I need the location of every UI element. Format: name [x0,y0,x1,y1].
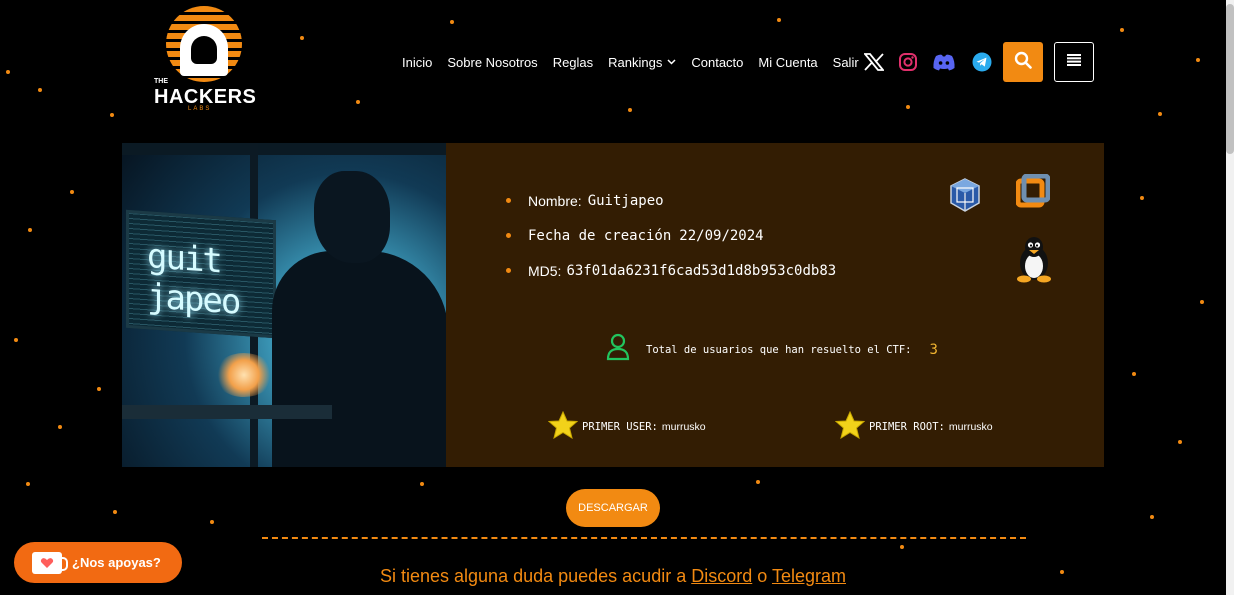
first-user-label: PRIMER USER: [582,420,658,433]
ctf-md5-value: 63f01da6231f6cad53d1d8b953c0db83 [566,262,837,279]
logo-the-text: THE [154,78,168,85]
nav-link-inicio[interactable]: Inicio [402,55,432,70]
image-caption: guit japeo [147,236,240,323]
virtualbox-icon [948,177,982,218]
linux-tux-icon [1014,235,1054,288]
ctf-date-value: 22/09/2024 [679,227,764,244]
chevron-down-icon [667,57,676,68]
star-icon [547,410,579,442]
first-root-value: murrusko [948,420,993,433]
help-prefix: Si tienes alguna duda puedes acudir a [379,566,687,586]
ctf-machine-image: guit japeo [122,143,446,467]
download-button[interactable]: DESCARGAR [566,489,660,527]
ctf-details-list: Nombre: Guitjapeo Fecha de creación 22/0… [506,183,836,288]
user-icon [606,333,630,366]
site-logo[interactable]: THE HACKERS LABS [150,6,258,112]
ctf-date-row: Fecha de creación 22/09/2024 [506,218,836,253]
hamburger-icon [1067,53,1081,71]
solved-counter-value: 3 [929,341,938,358]
nav-link-rankings-label: Rankings [608,54,663,70]
page-scrollbar[interactable] [1226,0,1234,595]
hacker-silhouette [272,251,446,467]
nav-link-rankings[interactable]: Rankings [608,55,676,70]
nav-link-mi-cuenta[interactable]: Mi Cuenta [758,55,817,70]
first-root-badge: PRIMER ROOT: murrusko [834,410,993,442]
ctf-name-label: Nombre: [528,192,582,209]
discord-link[interactable]: Discord [691,566,752,586]
ctf-date-label: Fecha de creación [528,227,672,244]
first-user-value: murrusko [661,420,706,433]
nav-link-reglas[interactable]: Reglas [553,55,593,70]
logo-labs-text: LABS [188,106,212,112]
help-connector: o [757,566,768,586]
nav-link-contacto[interactable]: Contacto [691,55,743,70]
instagram-icon[interactable] [895,49,921,75]
ctf-name-value: Guitjapeo [587,192,664,209]
first-root-label: PRIMER ROOT: [869,420,945,433]
vmware-icon [1015,173,1051,213]
section-divider [262,537,1026,539]
star-icon [834,410,866,442]
first-user-badge: PRIMER USER: murrusko [547,410,706,442]
menu-toggle-button[interactable] [1054,42,1094,82]
nav-link-salir[interactable]: Salir [833,55,859,70]
scrollbar-thumb[interactable] [1226,4,1234,154]
ctf-name-row: Nombre: Guitjapeo [506,183,836,218]
help-message: Si tienes alguna duda puedes acudir a Di… [0,566,1226,587]
main-navigation: Inicio Sobre Nosotros Reglas Rankings Co… [402,52,867,72]
telegram-icon[interactable] [969,49,995,75]
ctf-md5-label: MD5: [528,262,562,279]
solved-counter-label: Total de usuarios que han resuelto el CT… [646,343,912,356]
discord-icon[interactable] [931,49,957,75]
search-icon [1014,51,1032,74]
telegram-link[interactable]: Telegram [772,566,846,586]
monitor-illustration: guit japeo [126,209,276,339]
kofi-cup-icon [32,551,68,574]
ctf-md5-row: MD5: 63f01da6231f6cad53d1d8b953c0db83 [506,253,836,288]
support-button[interactable]: ¿Nos apoyas? [14,542,182,583]
ctf-info-panel: Nombre: Guitjapeo Fecha de creación 22/0… [446,143,1104,467]
support-button-label: ¿Nos apoyas? [72,555,161,570]
x-icon[interactable] [861,49,887,75]
search-button[interactable] [1003,42,1043,82]
nav-link-sobre-nosotros[interactable]: Sobre Nosotros [447,55,537,70]
solved-counter: Total de usuarios que han resuelto el CT… [606,333,938,366]
